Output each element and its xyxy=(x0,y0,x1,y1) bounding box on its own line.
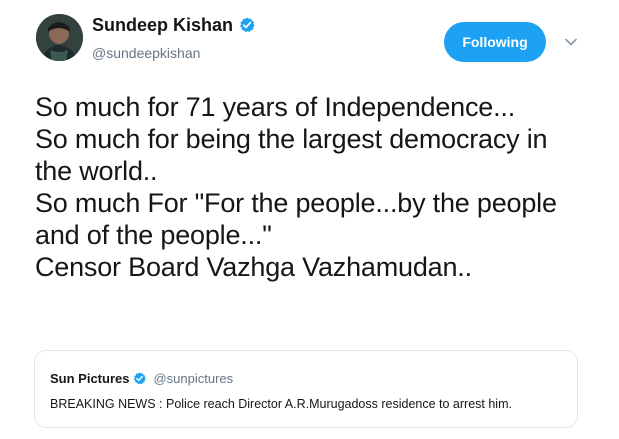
tweet-text-line: So much for being the largest democracy … xyxy=(35,124,548,154)
chevron-down-icon[interactable] xyxy=(564,34,578,46)
author-avatar[interactable] xyxy=(36,14,83,61)
author-display-name[interactable]: Sundeep Kishan xyxy=(92,14,233,36)
tweet-body-text: So much for 71 years of Independence... … xyxy=(35,91,610,283)
quoted-tweet-header: Sun Pictures @sunpictures xyxy=(50,371,233,386)
verified-badge-icon xyxy=(133,372,147,385)
quoted-tweet-text: BREAKING NEWS : Police reach Director A.… xyxy=(50,397,512,411)
tweet-text-line: So much for 71 years of Independence... xyxy=(35,92,516,122)
author-handle[interactable]: @sundeepkishan xyxy=(92,45,200,61)
tweet-text-line: and of the people..." xyxy=(35,220,272,250)
tweet-text-line: the world.. xyxy=(35,156,158,186)
tweet-text-line: Censor Board Vazhga Vazhamudan.. xyxy=(35,252,472,282)
verified-badge-icon xyxy=(239,17,255,33)
quoted-author-handle: @sunpictures xyxy=(153,371,234,386)
tweet-card: Sundeep Kishan @sundeepkishan Following … xyxy=(0,0,619,439)
quoted-author-name: Sun Pictures xyxy=(50,371,130,386)
quoted-tweet-card[interactable]: Sun Pictures @sunpictures BREAKING NEWS … xyxy=(34,350,578,428)
author-name-row: Sundeep Kishan xyxy=(92,14,255,36)
following-button[interactable]: Following xyxy=(444,22,546,62)
tweet-text-line: So much For "For the people...by the peo… xyxy=(35,188,557,218)
